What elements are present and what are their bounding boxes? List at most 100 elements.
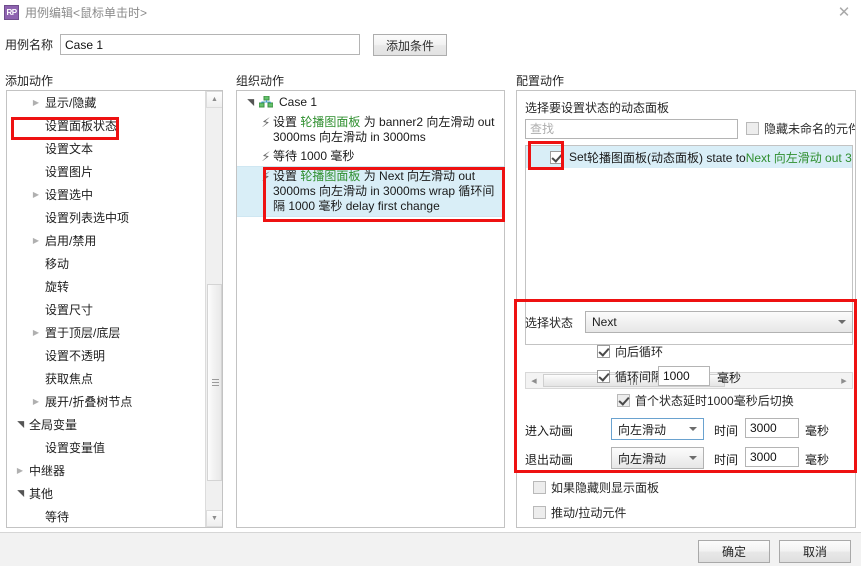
action-text-segment: 轮播图面板: [300, 115, 364, 129]
tree-item-label: 全局变量: [29, 418, 78, 432]
scroll-thumb[interactable]: [207, 284, 222, 481]
collapse-arrow-icon[interactable]: [29, 190, 43, 199]
tree-item-label: 等待: [45, 510, 70, 524]
tree-item-action[interactable]: 设置图片: [7, 160, 205, 183]
loop-interval-checkbox[interactable]: 循环间隔: [597, 368, 663, 385]
first-state-delay-checkbox[interactable]: 首个状态延时1000毫秒后切换: [617, 392, 794, 409]
ok-button[interactable]: 确定: [698, 540, 770, 563]
checkbox-icon[interactable]: [746, 122, 759, 135]
case-tree-root[interactable]: Case 1: [237, 91, 504, 113]
tree-item-action[interactable]: 显示/隐藏: [7, 91, 205, 114]
case-name-input[interactable]: [60, 34, 360, 55]
collapse-arrow-icon[interactable]: [29, 328, 43, 337]
loop-interval-label: 循环间隔: [615, 370, 664, 384]
first-state-delay-label: 首个状态延时1000毫秒后切换: [635, 394, 794, 408]
checkbox-icon[interactable]: [597, 345, 610, 358]
expand-arrow-icon[interactable]: [13, 488, 27, 499]
action-item[interactable]: ⚡ 设置 轮播图面板 为 Next 向左滑动 out 3000ms 向左滑动 in…: [237, 166, 504, 217]
checkbox-icon[interactable]: [533, 506, 546, 519]
loop-interval-input[interactable]: [658, 366, 710, 386]
expand-arrow-icon[interactable]: [13, 419, 27, 430]
enter-time-input[interactable]: [745, 418, 799, 438]
tree-item-label: 设置不透明: [45, 349, 106, 363]
exit-animation-value: 向左滑动: [618, 451, 667, 466]
add-action-tree[interactable]: 显示/隐藏设置面板状态设置文本设置图片设置选中设置列表选中项启用/禁用移动旋转设…: [7, 91, 205, 527]
tree-item-action[interactable]: 等待: [7, 505, 205, 527]
action-item[interactable]: ⚡ 设置 轮播图面板 为 banner2 向左滑动 out 3000ms 向左滑动…: [237, 113, 504, 147]
tree-item-action[interactable]: 设置选中: [7, 183, 205, 206]
rp-app-icon: RP: [4, 4, 19, 20]
tree-item-action[interactable]: 启用/禁用: [7, 229, 205, 252]
tree-item-label: 获取焦点: [45, 372, 94, 386]
show-if-hidden-checkbox[interactable]: 如果隐藏则显示面板: [533, 479, 659, 496]
collapse-arrow-icon[interactable]: [13, 466, 27, 475]
tree-item-action[interactable]: 设置不透明: [7, 344, 205, 367]
scroll-right-icon[interactable]: ▶: [836, 373, 852, 388]
case-tree-root-label: Case 1: [279, 95, 318, 109]
add-action-title: 添加动作: [5, 74, 54, 88]
collapse-arrow-icon[interactable]: [29, 98, 43, 107]
collapse-arrow-icon[interactable]: [29, 236, 43, 245]
tree-item-action[interactable]: 获取焦点: [7, 367, 205, 390]
enter-time-label: 时间: [714, 424, 739, 438]
left-tree-scrollbar[interactable]: ▲ ▼: [205, 91, 222, 527]
search-input[interactable]: [525, 119, 738, 139]
tree-item-label: 设置变量值: [45, 441, 106, 455]
expand-arrow-icon[interactable]: [243, 97, 257, 108]
tree-item-label: 设置选中: [45, 188, 94, 202]
tree-item-action[interactable]: 设置面板状态: [7, 114, 205, 137]
tree-item-action[interactable]: 置于顶层/底层: [7, 321, 205, 344]
chevron-down-icon: [689, 427, 697, 431]
cancel-button[interactable]: 取消: [779, 540, 851, 563]
checkbox-icon[interactable]: [533, 481, 546, 494]
enter-animation-dropdown[interactable]: 向左滑动: [611, 418, 704, 440]
tree-item-action[interactable]: 设置列表选中项: [7, 206, 205, 229]
element-name: 轮播图面板: [587, 150, 648, 165]
loop-backward-checkbox[interactable]: 向后循环: [597, 343, 663, 360]
exit-time-unit: 毫秒: [805, 453, 830, 467]
exit-time-input[interactable]: [745, 447, 799, 467]
hide-unnamed-checkbox[interactable]: 隐藏未命名的元件: [746, 120, 855, 137]
add-action-panel: 显示/隐藏设置面板状态设置文本设置图片设置选中设置列表选中项启用/禁用移动旋转设…: [6, 90, 223, 528]
push-pull-checkbox[interactable]: 推动/拉动元件: [533, 504, 626, 521]
tree-item-action[interactable]: 设置文本: [7, 137, 205, 160]
checkbox-icon[interactable]: [550, 150, 563, 164]
tree-item-action[interactable]: 移动: [7, 252, 205, 275]
loop-interval-unit: 毫秒: [717, 371, 742, 385]
scroll-left-icon[interactable]: ◀: [526, 373, 542, 388]
checkbox-icon[interactable]: [617, 394, 630, 407]
close-icon[interactable]: ✕: [835, 3, 853, 21]
select-state-dropdown[interactable]: Next: [585, 311, 853, 333]
tree-item-label: 设置图片: [45, 165, 94, 179]
tree-item-action[interactable]: 中继器: [7, 459, 205, 482]
case-editor-dialog: RP 用例编辑<鼠标单击时> ✕ 用例名称 添加条件 添加动作 显示/隐藏设置面…: [0, 0, 861, 566]
action-list: ⚡ 设置 轮播图面板 为 banner2 向左滑动 out 3000ms 向左滑动…: [237, 113, 504, 217]
case-name-label: 用例名称: [5, 38, 54, 52]
chevron-down-icon: [689, 456, 697, 460]
action-item-label: 设置 轮播图面板 为 banner2 向左滑动 out 3000ms 向左滑动 …: [273, 115, 500, 145]
sitemap-icon: [258, 95, 274, 108]
tree-item-action[interactable]: 旋转: [7, 275, 205, 298]
dynamic-panel-subtitle: 选择要设置状态的动态面板: [525, 101, 670, 115]
enter-time-unit: 毫秒: [805, 424, 830, 438]
title-bar: RP 用例编辑<鼠标单击时> ✕: [0, 0, 861, 24]
tree-item-action[interactable]: 全局变量: [7, 413, 205, 436]
select-state-value: Next: [592, 315, 617, 329]
element-state: Next 向左滑动 out 3000: [745, 150, 852, 165]
add-condition-button[interactable]: 添加条件: [373, 34, 447, 56]
scroll-down-icon[interactable]: ▼: [206, 510, 222, 527]
scroll-up-icon[interactable]: ▲: [206, 91, 222, 108]
scroll-grip-icon: [212, 378, 219, 387]
exit-animation-dropdown[interactable]: 向左滑动: [611, 447, 704, 469]
checkbox-icon[interactable]: [597, 370, 610, 383]
collapse-arrow-icon[interactable]: [29, 397, 43, 406]
tree-item-action[interactable]: 其他: [7, 482, 205, 505]
tree-item-action[interactable]: 展开/折叠树节点: [7, 390, 205, 413]
configure-action-title: 配置动作: [516, 74, 565, 88]
loop-backward-label: 向后循环: [615, 345, 664, 359]
tree-item-action[interactable]: 设置尺寸: [7, 298, 205, 321]
action-item[interactable]: ⚡ 等待 1000 毫秒: [237, 147, 504, 166]
bolt-icon: ⚡: [261, 169, 271, 184]
tree-item-action[interactable]: 设置变量值: [7, 436, 205, 459]
list-item[interactable]: Set 轮播图面板 (动态面板) state to Next 向左滑动 out …: [526, 146, 852, 168]
